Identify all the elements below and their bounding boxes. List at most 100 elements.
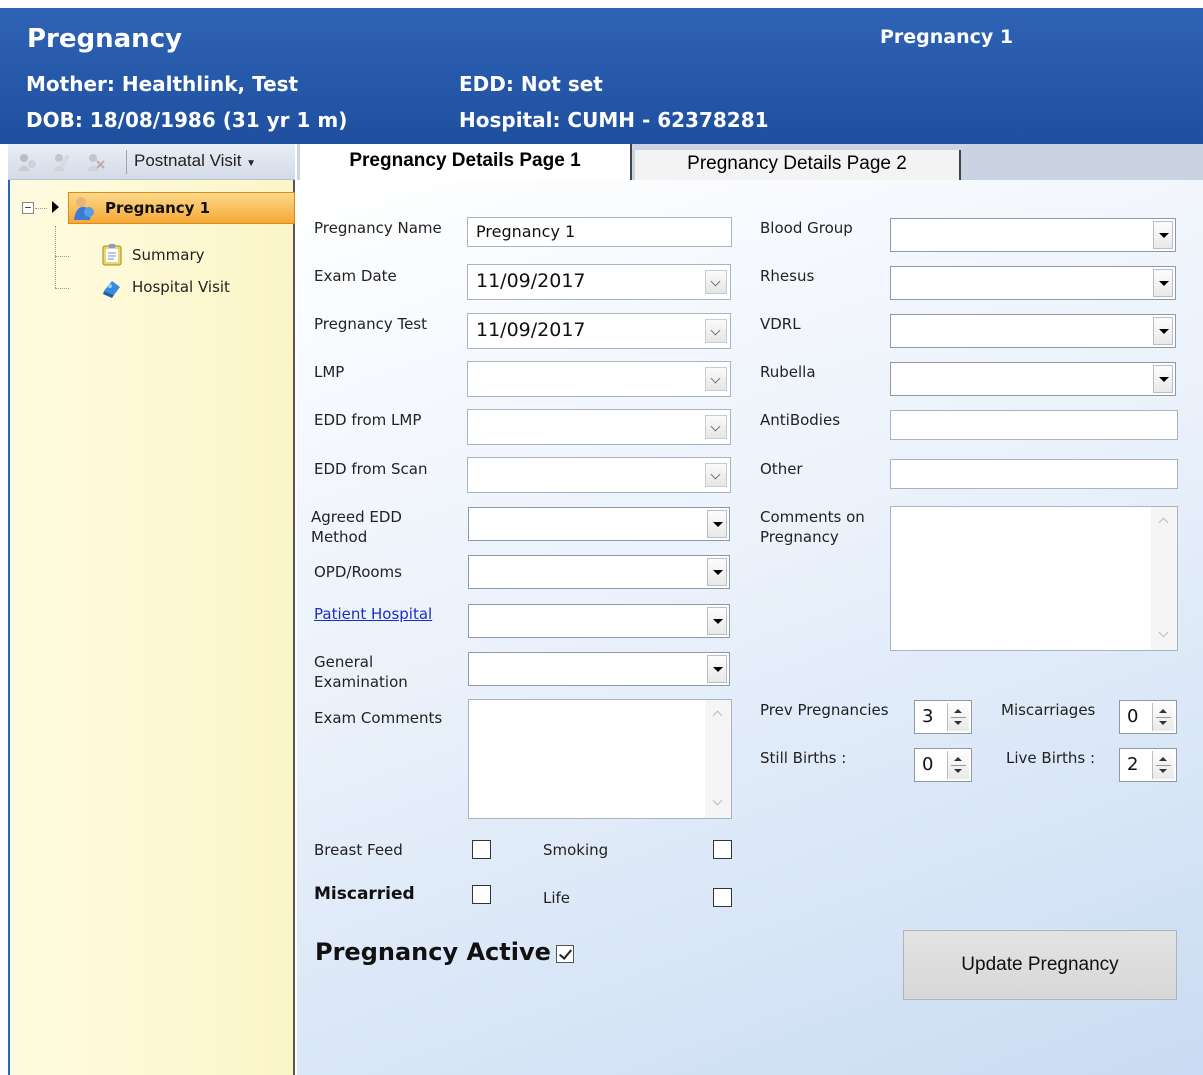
edd-from-lmp-date-picker[interactable] <box>467 409 731 445</box>
chevron-down-icon[interactable] <box>705 367 727 391</box>
dropdown-arrow-icon[interactable] <box>1153 365 1173 393</box>
antibodies-label: AntiBodies <box>760 411 841 429</box>
live-births-value: 2 <box>1127 754 1139 775</box>
live-births-spinner[interactable]: 2 <box>1119 748 1177 782</box>
prev-pregnancies-label: Prev Pregnancies <box>760 701 889 719</box>
pregnancy-delete-icon[interactable] <box>84 152 106 172</box>
agreed-edd-method-label-line2: Method <box>311 528 368 546</box>
pregnancy-details-form: Pregnancy Name Pregnancy 1 Exam Date 11/… <box>297 180 1203 1075</box>
pregnancy-test-value: 11/09/2017 <box>476 319 586 341</box>
tree-node-pregnancy[interactable]: Pregnancy 1 <box>68 192 295 224</box>
page-title: Pregnancy <box>27 24 183 54</box>
tree-collapse-toggle[interactable]: − <box>22 202 34 214</box>
postnatal-visit-label: Postnatal Visit <box>134 151 242 170</box>
agreed-edd-method-select[interactable] <box>468 507 730 541</box>
dropdown-arrow-icon[interactable] <box>1153 317 1173 345</box>
pregnancy-name-input[interactable]: Pregnancy 1 <box>467 217 732 247</box>
patient-header: Pregnancy Pregnancy 1 Mother: Healthlink… <box>0 0 1203 144</box>
vdrl-label: VDRL <box>760 315 801 333</box>
prev-pregnancies-spinner[interactable]: 3 <box>914 700 972 734</box>
chevron-down-icon[interactable] <box>705 270 727 294</box>
tab-pregnancy-details-page-2[interactable]: Pregnancy Details Page 2 <box>635 150 961 180</box>
dropdown-arrow-icon[interactable] <box>707 510 727 538</box>
scrollbar[interactable] <box>1151 507 1177 650</box>
summary-icon <box>102 244 122 266</box>
pregnancy-add-icon[interactable] <box>16 152 38 172</box>
toolbar-separator <box>126 150 127 174</box>
dropdown-arrow-icon[interactable] <box>707 607 727 635</box>
pregnancy-edit-icon[interactable] <box>50 152 72 172</box>
patient-hospital-select[interactable] <box>468 604 730 638</box>
blood-group-select[interactable] <box>890 218 1176 252</box>
exam-comments-textarea[interactable] <box>468 699 732 819</box>
agreed-edd-method-label-line1: Agreed EDD <box>311 508 402 526</box>
chevron-down-icon[interactable] <box>705 319 727 343</box>
agreed-edd-method-label: Agreed EDD Method <box>311 507 402 547</box>
date-of-birth: DOB: 18/08/1986 (31 yr 1 m) <box>26 108 348 132</box>
tree-node-summary[interactable]: Summary <box>132 246 205 264</box>
tab-pregnancy-details-page-1[interactable]: Pregnancy Details Page 1 <box>300 144 632 180</box>
other-label: Other <box>760 460 803 478</box>
dropdown-arrow-icon[interactable] <box>1153 221 1173 249</box>
patient-hospital-link[interactable]: Patient Hospital <box>314 604 432 624</box>
other-input[interactable] <box>890 459 1178 489</box>
miscarriages-label: Miscarriages <box>1001 701 1096 719</box>
breast-feed-checkbox[interactable] <box>472 840 491 859</box>
exam-date-label: Exam Date <box>314 267 397 285</box>
edd-from-scan-date-picker[interactable] <box>467 457 731 493</box>
pregnancy-active-checkbox[interactable] <box>556 945 574 963</box>
life-label: Life <box>543 889 571 907</box>
postnatal-visit-dropdown[interactable]: Postnatal Visit ▼ <box>134 151 256 171</box>
tree-connector <box>35 208 47 209</box>
hospital-visit-icon <box>102 277 122 299</box>
lmp-date-picker[interactable] <box>467 361 731 397</box>
chevron-down-icon[interactable] <box>705 415 727 439</box>
scrollbar[interactable] <box>705 700 731 818</box>
smoking-label: Smoking <box>543 841 609 859</box>
current-pregnancy-title: Pregnancy 1 <box>880 26 1014 48</box>
tree-connector <box>55 256 69 257</box>
exam-comments-label: Exam Comments <box>314 709 443 727</box>
general-examination-select[interactable] <box>468 652 730 686</box>
comments-on-pregnancy-label: Comments on Pregnancy <box>760 507 865 547</box>
general-examination-label: General Examination <box>314 652 408 692</box>
pregnancy-test-label: Pregnancy Test <box>314 315 428 333</box>
spinner-arrows-icon[interactable] <box>947 751 969 779</box>
general-examination-label-line2: Examination <box>314 673 408 691</box>
rubella-select[interactable] <box>890 362 1176 396</box>
dropdown-arrow-icon[interactable] <box>707 655 727 683</box>
dropdown-arrow-icon[interactable] <box>707 558 727 586</box>
comments-on-pregnancy-label-line2: Pregnancy <box>760 528 839 546</box>
dropdown-arrow-icon[interactable] <box>1153 269 1173 297</box>
edd-status: EDD: Not set <box>459 72 603 96</box>
tree-node-hospital-visit[interactable]: Hospital Visit <box>132 278 230 296</box>
antibodies-input[interactable] <box>890 410 1178 440</box>
exam-date-picker[interactable]: 11/09/2017 <box>467 264 731 300</box>
lmp-label: LMP <box>314 363 345 381</box>
blood-group-label: Blood Group <box>760 219 853 237</box>
opd-rooms-select[interactable] <box>468 555 730 589</box>
pregnancy-icon <box>72 196 96 220</box>
comments-on-pregnancy-label-line1: Comments on <box>760 508 865 526</box>
life-checkbox[interactable] <box>713 888 732 907</box>
still-births-label: Still Births : <box>760 749 847 767</box>
spinner-arrows-icon[interactable] <box>1152 751 1174 779</box>
live-births-label: Live Births : <box>1006 749 1096 767</box>
navigation-tree: − Pregnancy 1 Summary Hospital Visit <box>8 180 295 1075</box>
left-toolbar: Postnatal Visit ▼ <box>8 144 295 180</box>
current-node-arrow-icon <box>52 201 59 213</box>
miscarriages-spinner[interactable]: 0 <box>1119 700 1177 734</box>
smoking-checkbox[interactable] <box>713 840 732 859</box>
vdrl-select[interactable] <box>890 314 1176 348</box>
rhesus-select[interactable] <box>890 266 1176 300</box>
chevron-down-icon[interactable] <box>705 463 727 487</box>
still-births-spinner[interactable]: 0 <box>914 748 972 782</box>
pregnancy-test-date-picker[interactable]: 11/09/2017 <box>467 313 731 349</box>
comments-on-pregnancy-textarea[interactable] <box>890 506 1178 651</box>
miscarriages-value: 0 <box>1127 706 1139 727</box>
update-pregnancy-button[interactable]: Update Pregnancy <box>903 930 1177 1000</box>
chevron-down-icon: ▼ <box>246 158 257 169</box>
spinner-arrows-icon[interactable] <box>1152 703 1174 731</box>
spinner-arrows-icon[interactable] <box>947 703 969 731</box>
miscarried-checkbox[interactable] <box>472 885 491 904</box>
